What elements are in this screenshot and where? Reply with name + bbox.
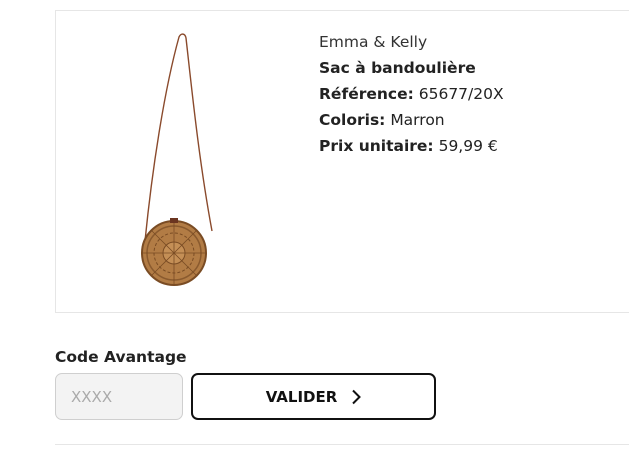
product-price: Prix unitaire: 59,99 € <box>319 133 619 159</box>
promo-code-input[interactable] <box>55 373 183 420</box>
color-value: Marron <box>390 111 445 129</box>
reference-value: 65677/20X <box>418 85 504 103</box>
color-label: Coloris: <box>319 111 386 129</box>
price-value: 59,99 € <box>438 137 498 155</box>
product-reference: Référence: 65677/20X <box>319 81 619 107</box>
product-card: Emma & Kelly Sac à bandoulière Référence… <box>55 10 629 313</box>
chevron-right-icon <box>352 389 362 404</box>
promo-code-label: Code Avantage <box>55 348 187 366</box>
validate-button[interactable]: VALIDER <box>191 373 436 420</box>
product-image[interactable] <box>134 31 224 301</box>
divider <box>55 444 629 445</box>
product-info: Emma & Kelly Sac à bandoulière Référence… <box>319 29 619 159</box>
price-label: Prix unitaire: <box>319 137 434 155</box>
validate-button-label: VALIDER <box>265 387 338 406</box>
reference-label: Référence: <box>319 85 414 103</box>
product-brand: Emma & Kelly <box>319 33 428 51</box>
product-color: Coloris: Marron <box>319 107 619 133</box>
product-name: Sac à bandoulière <box>319 59 476 77</box>
